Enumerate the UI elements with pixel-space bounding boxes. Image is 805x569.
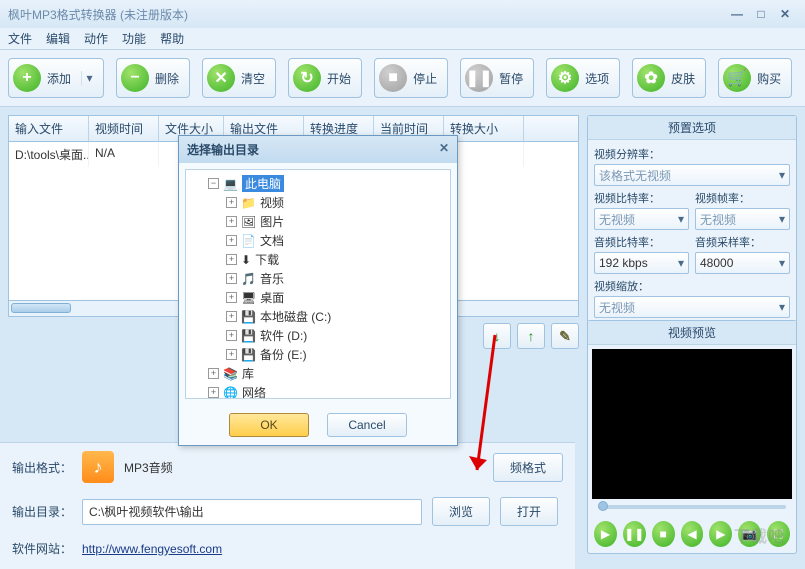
window-titlebar: 枫叶MP3格式转换器 (未注册版本) — □ ✕ [0, 0, 805, 28]
buy-button[interactable]: 🛒购买 [718, 58, 792, 98]
dialog-close-icon[interactable]: ✕ [439, 141, 449, 158]
app-title: 枫叶MP3格式转换器 (未注册版本) [8, 6, 188, 23]
remove-button[interactable]: −删除 [116, 58, 190, 98]
open-button[interactable]: 打开 [500, 497, 558, 526]
vbitrate-combo[interactable]: 无视频▾ [594, 208, 689, 230]
resolution-combo[interactable]: 该格式无视频▾ [594, 164, 790, 186]
apple-icon: ✿ [637, 64, 665, 92]
skin-button[interactable]: ✿皮肤 [632, 58, 706, 98]
pause-icon: ❚❚ [465, 64, 493, 92]
format-button[interactable]: 频格式 [493, 453, 563, 482]
chevron-down-icon[interactable]: ▾ [81, 71, 93, 85]
toolbar: +添加▾ −删除 ✕清空 ↻开始 ■停止 ❚❚暂停 ⚙选项 ✿皮肤 🛒购买 [0, 50, 805, 107]
edit-button[interactable]: ✎ [551, 323, 579, 349]
folder-dialog: 选择输出目录✕ −💻 此电脑 +📁 视频 +🖼 图片 +📄 文档 +⬇ 下载 +… [178, 135, 458, 446]
menubar: 文件 编辑 动作 功能 帮助 [0, 28, 805, 50]
dialog-cancel-button[interactable]: Cancel [327, 413, 407, 437]
menu-edit[interactable]: 编辑 [46, 30, 70, 47]
website-label: 软件网站： [12, 540, 72, 557]
menu-action[interactable]: 动作 [84, 30, 108, 47]
menu-file[interactable]: 文件 [8, 30, 32, 47]
stop-button[interactable]: ■停止 [374, 58, 448, 98]
options-button[interactable]: ⚙选项 [546, 58, 620, 98]
maximize-icon[interactable]: □ [749, 7, 773, 21]
refresh-icon: ↻ [293, 64, 321, 92]
scale-combo[interactable]: 无视频▾ [594, 296, 790, 318]
abitrate-combo[interactable]: 192 kbps▾ [594, 252, 689, 274]
fps-combo[interactable]: 无视频▾ [695, 208, 790, 230]
stop-icon[interactable]: ■ [652, 521, 675, 547]
browse-button[interactable]: 浏览 [432, 497, 490, 526]
move-up-button[interactable]: ↑ [517, 323, 545, 349]
watermark: 下载吧 [734, 523, 785, 547]
clear-button[interactable]: ✕清空 [202, 58, 276, 98]
dialog-ok-button[interactable]: OK [229, 413, 309, 437]
folder-tree[interactable]: −💻 此电脑 +📁 视频 +🖼 图片 +📄 文档 +⬇ 下载 +🎵 音乐 +🖥 … [185, 169, 451, 399]
music-note-icon: ♪ [82, 451, 114, 483]
minus-icon: − [121, 64, 149, 92]
minimize-icon[interactable]: — [725, 7, 749, 21]
website-link[interactable]: http://www.fengyesoft.com [82, 542, 222, 556]
output-dir-input[interactable] [82, 499, 422, 525]
preset-panel: 预置选项 视频分辨率： 该格式无视频▾ 视频比特率：无视频▾ 视频帧率：无视频▾… [587, 115, 797, 325]
preview-panel: 视频预览 ▶ ❚❚ ■ ◀ ▶ 📷 ⛶ [587, 320, 797, 554]
output-format-label: 输出格式： [12, 459, 72, 476]
video-preview [592, 349, 792, 499]
start-button[interactable]: ↻开始 [288, 58, 362, 98]
cart-icon: 🛒 [723, 64, 751, 92]
x-icon: ✕ [207, 64, 235, 92]
pause-button[interactable]: ❚❚暂停 [460, 58, 534, 98]
output-dir-label: 输出目录： [12, 503, 72, 520]
close-icon[interactable]: ✕ [773, 7, 797, 21]
progress-slider[interactable] [598, 505, 786, 509]
next-icon[interactable]: ▶ [709, 521, 732, 547]
add-button[interactable]: +添加▾ [8, 58, 104, 98]
move-down-button[interactable]: ↓ [483, 323, 511, 349]
prev-icon[interactable]: ◀ [681, 521, 704, 547]
play-icon[interactable]: ▶ [594, 521, 617, 547]
menu-help[interactable]: 帮助 [160, 30, 184, 47]
stop-icon: ■ [379, 64, 407, 92]
pause-icon[interactable]: ❚❚ [623, 521, 646, 547]
menu-function[interactable]: 功能 [122, 30, 146, 47]
asample-combo[interactable]: 48000▾ [695, 252, 790, 274]
wrench-icon: ⚙ [551, 64, 579, 92]
plus-icon: + [13, 64, 41, 92]
